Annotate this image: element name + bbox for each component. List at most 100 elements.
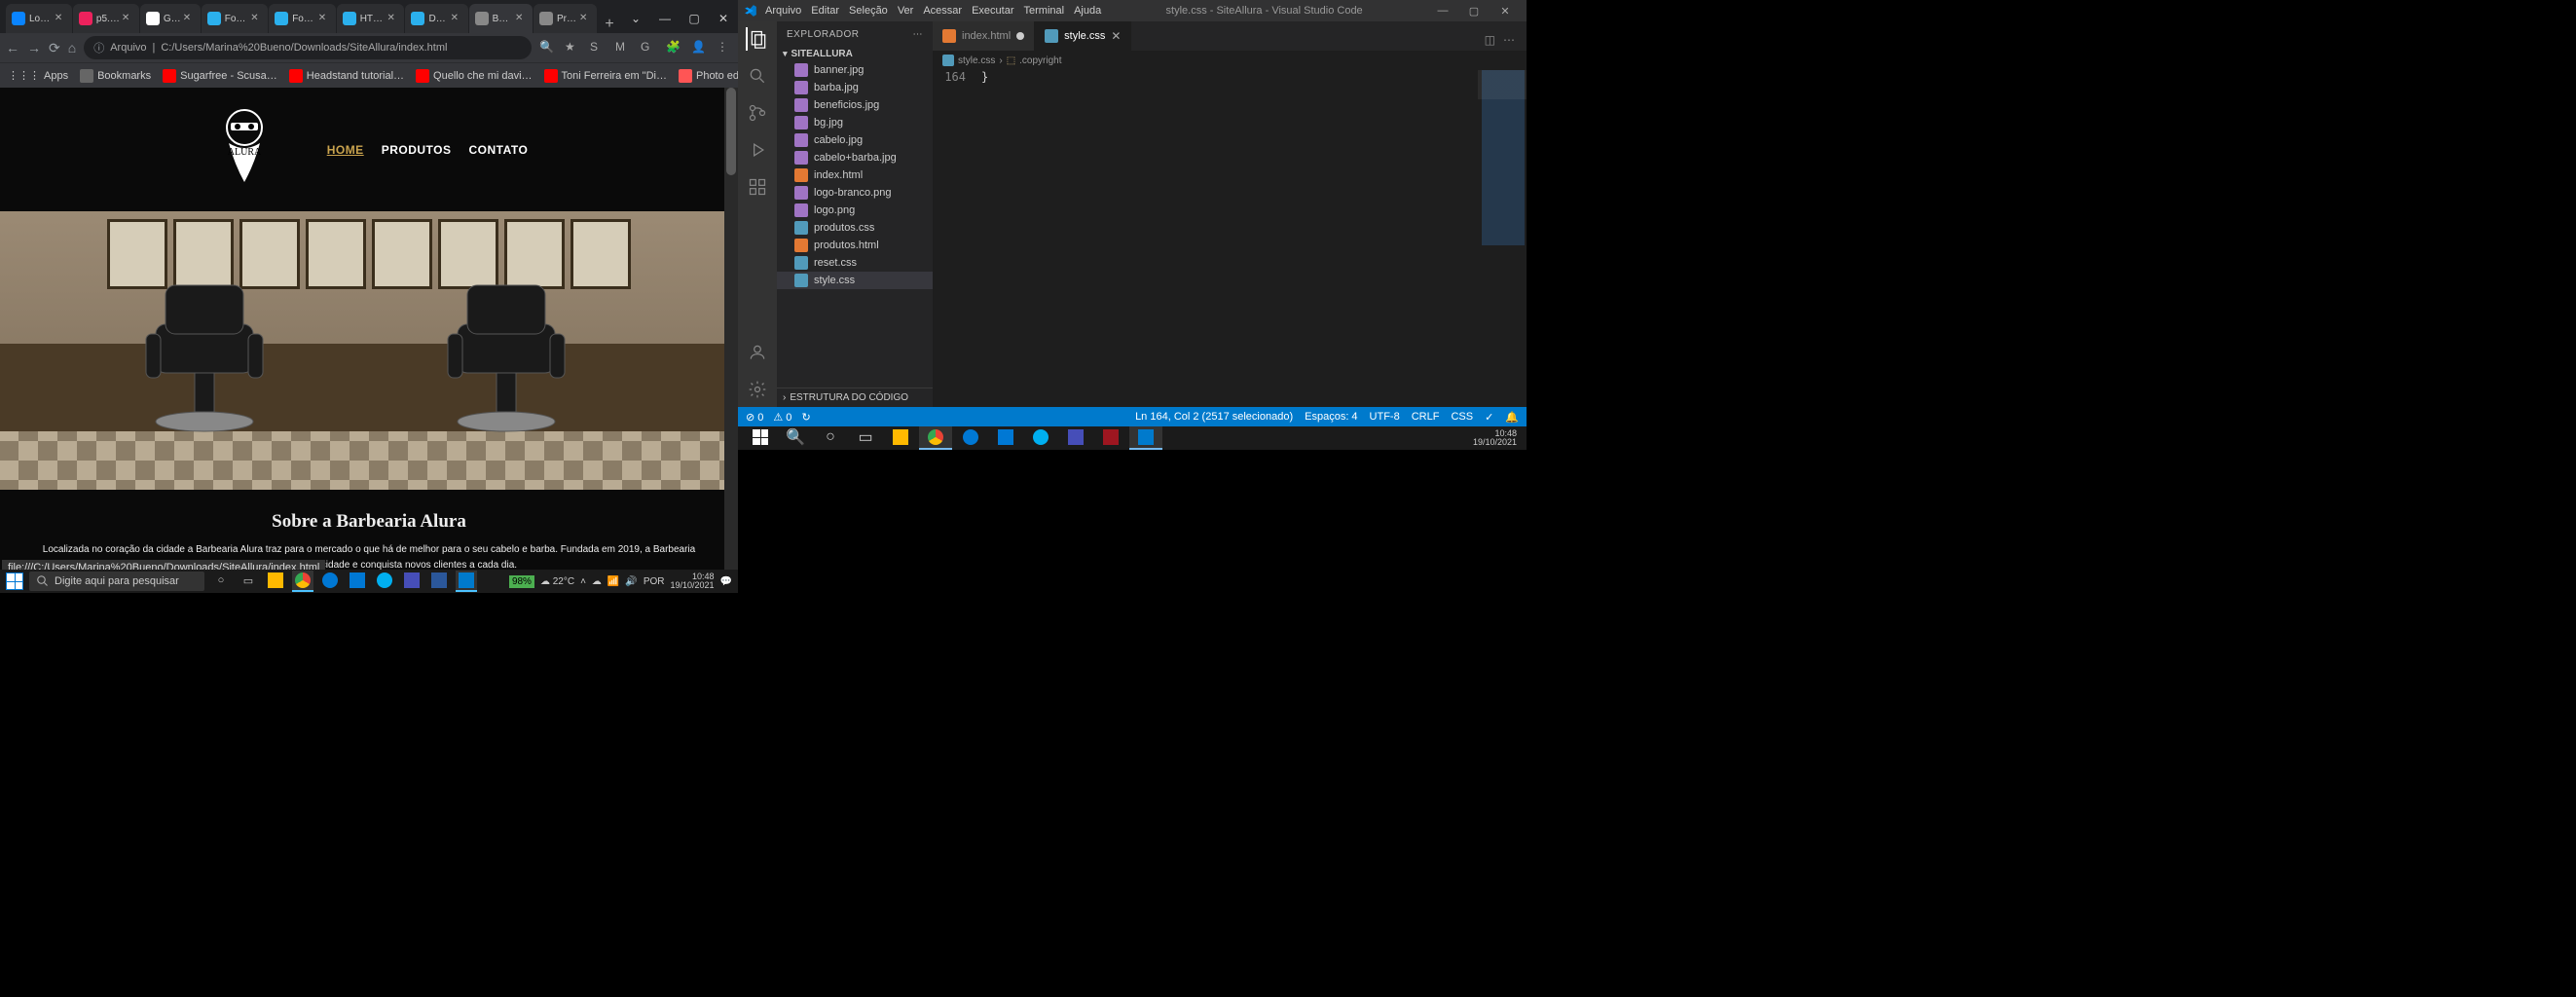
file-tree-item[interactable]: reset.css [777, 254, 933, 272]
menu-item[interactable]: Acessar [923, 5, 962, 17]
close-button[interactable]: ✕ [709, 4, 738, 33]
vscode-maximize[interactable]: ▢ [1458, 5, 1490, 18]
cortana-icon-r[interactable]: ○ [814, 426, 847, 450]
nav-link[interactable]: CONTATO [468, 143, 528, 157]
file-tree-item[interactable]: style.css [777, 272, 933, 289]
tree-root[interactable]: SITEALLURA [777, 47, 933, 61]
search-activity-icon[interactable] [746, 64, 769, 88]
toolbar-icon[interactable]: 🧩 [666, 40, 681, 55]
taskview-icon[interactable]: ▭ [238, 571, 259, 592]
toolbar-icon[interactable]: ★ [565, 40, 580, 55]
search-icon-r[interactable]: 🔍 [779, 426, 812, 450]
file-tree-item[interactable]: banner.jpg [777, 61, 933, 79]
language-indicator[interactable]: POR [644, 576, 665, 587]
browser-tab[interactable]: Formaçã✕ [202, 4, 268, 33]
outline-section[interactable]: ›ESTRUTURA DO CÓDIGO [777, 388, 933, 407]
split-editor-icon[interactable]: ◫ [1485, 33, 1495, 47]
tab-close-icon[interactable]: ✕ [386, 13, 398, 24]
start-button[interactable] [6, 572, 23, 590]
tab-close-icon[interactable]: ✕ [318, 13, 330, 24]
file-tree-item[interactable]: cabelo+barba.jpg [777, 149, 933, 166]
toolbar-icon[interactable]: G [641, 40, 656, 55]
chrome-taskbar-icon[interactable] [292, 571, 313, 592]
volume-icon[interactable]: 🔊 [625, 576, 637, 587]
editor-tab[interactable]: index.html [933, 21, 1035, 51]
file-tree-item[interactable]: produtos.html [777, 237, 933, 254]
status-item[interactable]: Ln 164, Col 2 (2517 selecionado) [1135, 411, 1293, 424]
onedrive-icon[interactable]: ☁ [592, 576, 602, 587]
cortana-icon[interactable]: ○ [210, 571, 232, 592]
vscode-taskbar-icon[interactable] [456, 571, 477, 592]
minimize-button[interactable]: — [650, 4, 680, 33]
explorer-icon-r[interactable] [884, 426, 917, 450]
mail-icon[interactable] [347, 571, 368, 592]
reload-button[interactable]: ⟳ [49, 40, 60, 56]
menu-item[interactable]: Arquivo [765, 5, 801, 17]
tab-close-icon[interactable]: ✕ [122, 13, 133, 24]
browser-tab[interactable]: Login | A✕ [6, 4, 72, 33]
browser-tab[interactable]: Desafio✕ [405, 4, 467, 33]
browser-tab[interactable]: Formaçã✕ [269, 4, 335, 33]
skype-icon-r[interactable] [1024, 426, 1057, 450]
taskview-icon-r[interactable]: ▭ [849, 426, 882, 450]
taskbar-clock-r[interactable]: 10:4819/10/2021 [1473, 429, 1521, 447]
teams-icon[interactable] [401, 571, 423, 592]
file-tree-item[interactable]: cabelo.jpg [777, 131, 933, 149]
wifi-icon[interactable]: 📶 [607, 576, 619, 587]
bookmark-item[interactable]: Headstand tutorial… [289, 69, 404, 83]
editor-more-icon[interactable]: ⋯ [1503, 33, 1515, 47]
file-tree-item[interactable]: logo.png [777, 202, 933, 219]
status-item[interactable]: CRLF [1412, 411, 1440, 424]
file-tree-item[interactable]: logo-branco.png [777, 184, 933, 202]
tab-close-icon[interactable]: ✕ [579, 13, 591, 24]
file-tree-item[interactable]: barba.jpg [777, 79, 933, 96]
vscode-close[interactable]: ✕ [1490, 5, 1521, 18]
vscode-icon-r[interactable] [1129, 426, 1162, 450]
status-warnings[interactable]: ⚠ 0 [773, 411, 791, 424]
menu-item[interactable]: Ajuda [1074, 5, 1101, 17]
edge-icon-r[interactable] [954, 426, 987, 450]
bookmark-item[interactable]: Sugarfree - Scusa… [163, 69, 277, 83]
toolbar-icon[interactable]: S [590, 40, 606, 55]
tab-close-icon[interactable]: ✕ [250, 13, 262, 24]
toolbar-icon[interactable]: 🔍 [539, 40, 555, 55]
minimap[interactable] [1478, 70, 1527, 407]
teams-icon-r[interactable] [1059, 426, 1092, 450]
status-errors[interactable]: ⊘ 0 [746, 411, 763, 424]
account-activity-icon[interactable] [746, 341, 769, 364]
scm-activity-icon[interactable] [746, 101, 769, 125]
tab-close-icon[interactable]: ✕ [515, 13, 527, 24]
status-item[interactable]: Espaços: 4 [1305, 411, 1357, 424]
taskbar-search[interactable]: Digite aqui para pesquisar [29, 572, 204, 591]
status-item[interactable]: UTF-8 [1370, 411, 1400, 424]
start-button-r[interactable] [744, 426, 777, 450]
maximize-button[interactable]: ▢ [680, 4, 709, 33]
chrome-icon-r[interactable] [919, 426, 952, 450]
tray-chevron-icon[interactable]: ˄ [580, 576, 586, 587]
nav-link[interactable]: PRODUTOS [382, 143, 452, 157]
file-tree-item[interactable]: index.html [777, 166, 933, 184]
file-tree-item[interactable]: bg.jpg [777, 114, 933, 131]
file-tree-item[interactable]: beneficios.jpg [777, 96, 933, 114]
menu-item[interactable]: Executar [972, 5, 1013, 17]
code-editor[interactable]: 164 } [933, 70, 1527, 407]
browser-tab[interactable]: Produto✕ [534, 4, 597, 33]
settings-activity-icon[interactable] [746, 378, 769, 401]
new-tab-button[interactable]: + [598, 16, 621, 33]
browser-tab[interactable]: Barbear✕ [469, 4, 533, 33]
tab-close-icon[interactable]: ✕ [1111, 29, 1121, 43]
status-item[interactable]: 🔔 [1505, 411, 1519, 424]
home-button[interactable]: ⌂ [68, 40, 76, 55]
taskbar-clock[interactable]: 10:4819/10/2021 [671, 572, 715, 590]
file-tree-item[interactable]: produtos.css [777, 219, 933, 237]
editor-tab[interactable]: style.css✕ [1035, 21, 1131, 51]
status-item[interactable]: CSS [1451, 411, 1473, 424]
tab-search-icon[interactable]: ⌄ [621, 4, 650, 33]
mail-icon-r[interactable] [989, 426, 1022, 450]
apps-button[interactable]: ⋮⋮⋮Apps [8, 69, 68, 82]
edge-icon[interactable] [319, 571, 341, 592]
status-sync-icon[interactable]: ↻ [801, 411, 810, 424]
nav-link[interactable]: HOME [327, 143, 364, 157]
word-icon[interactable] [428, 571, 450, 592]
debug-activity-icon[interactable] [746, 138, 769, 162]
